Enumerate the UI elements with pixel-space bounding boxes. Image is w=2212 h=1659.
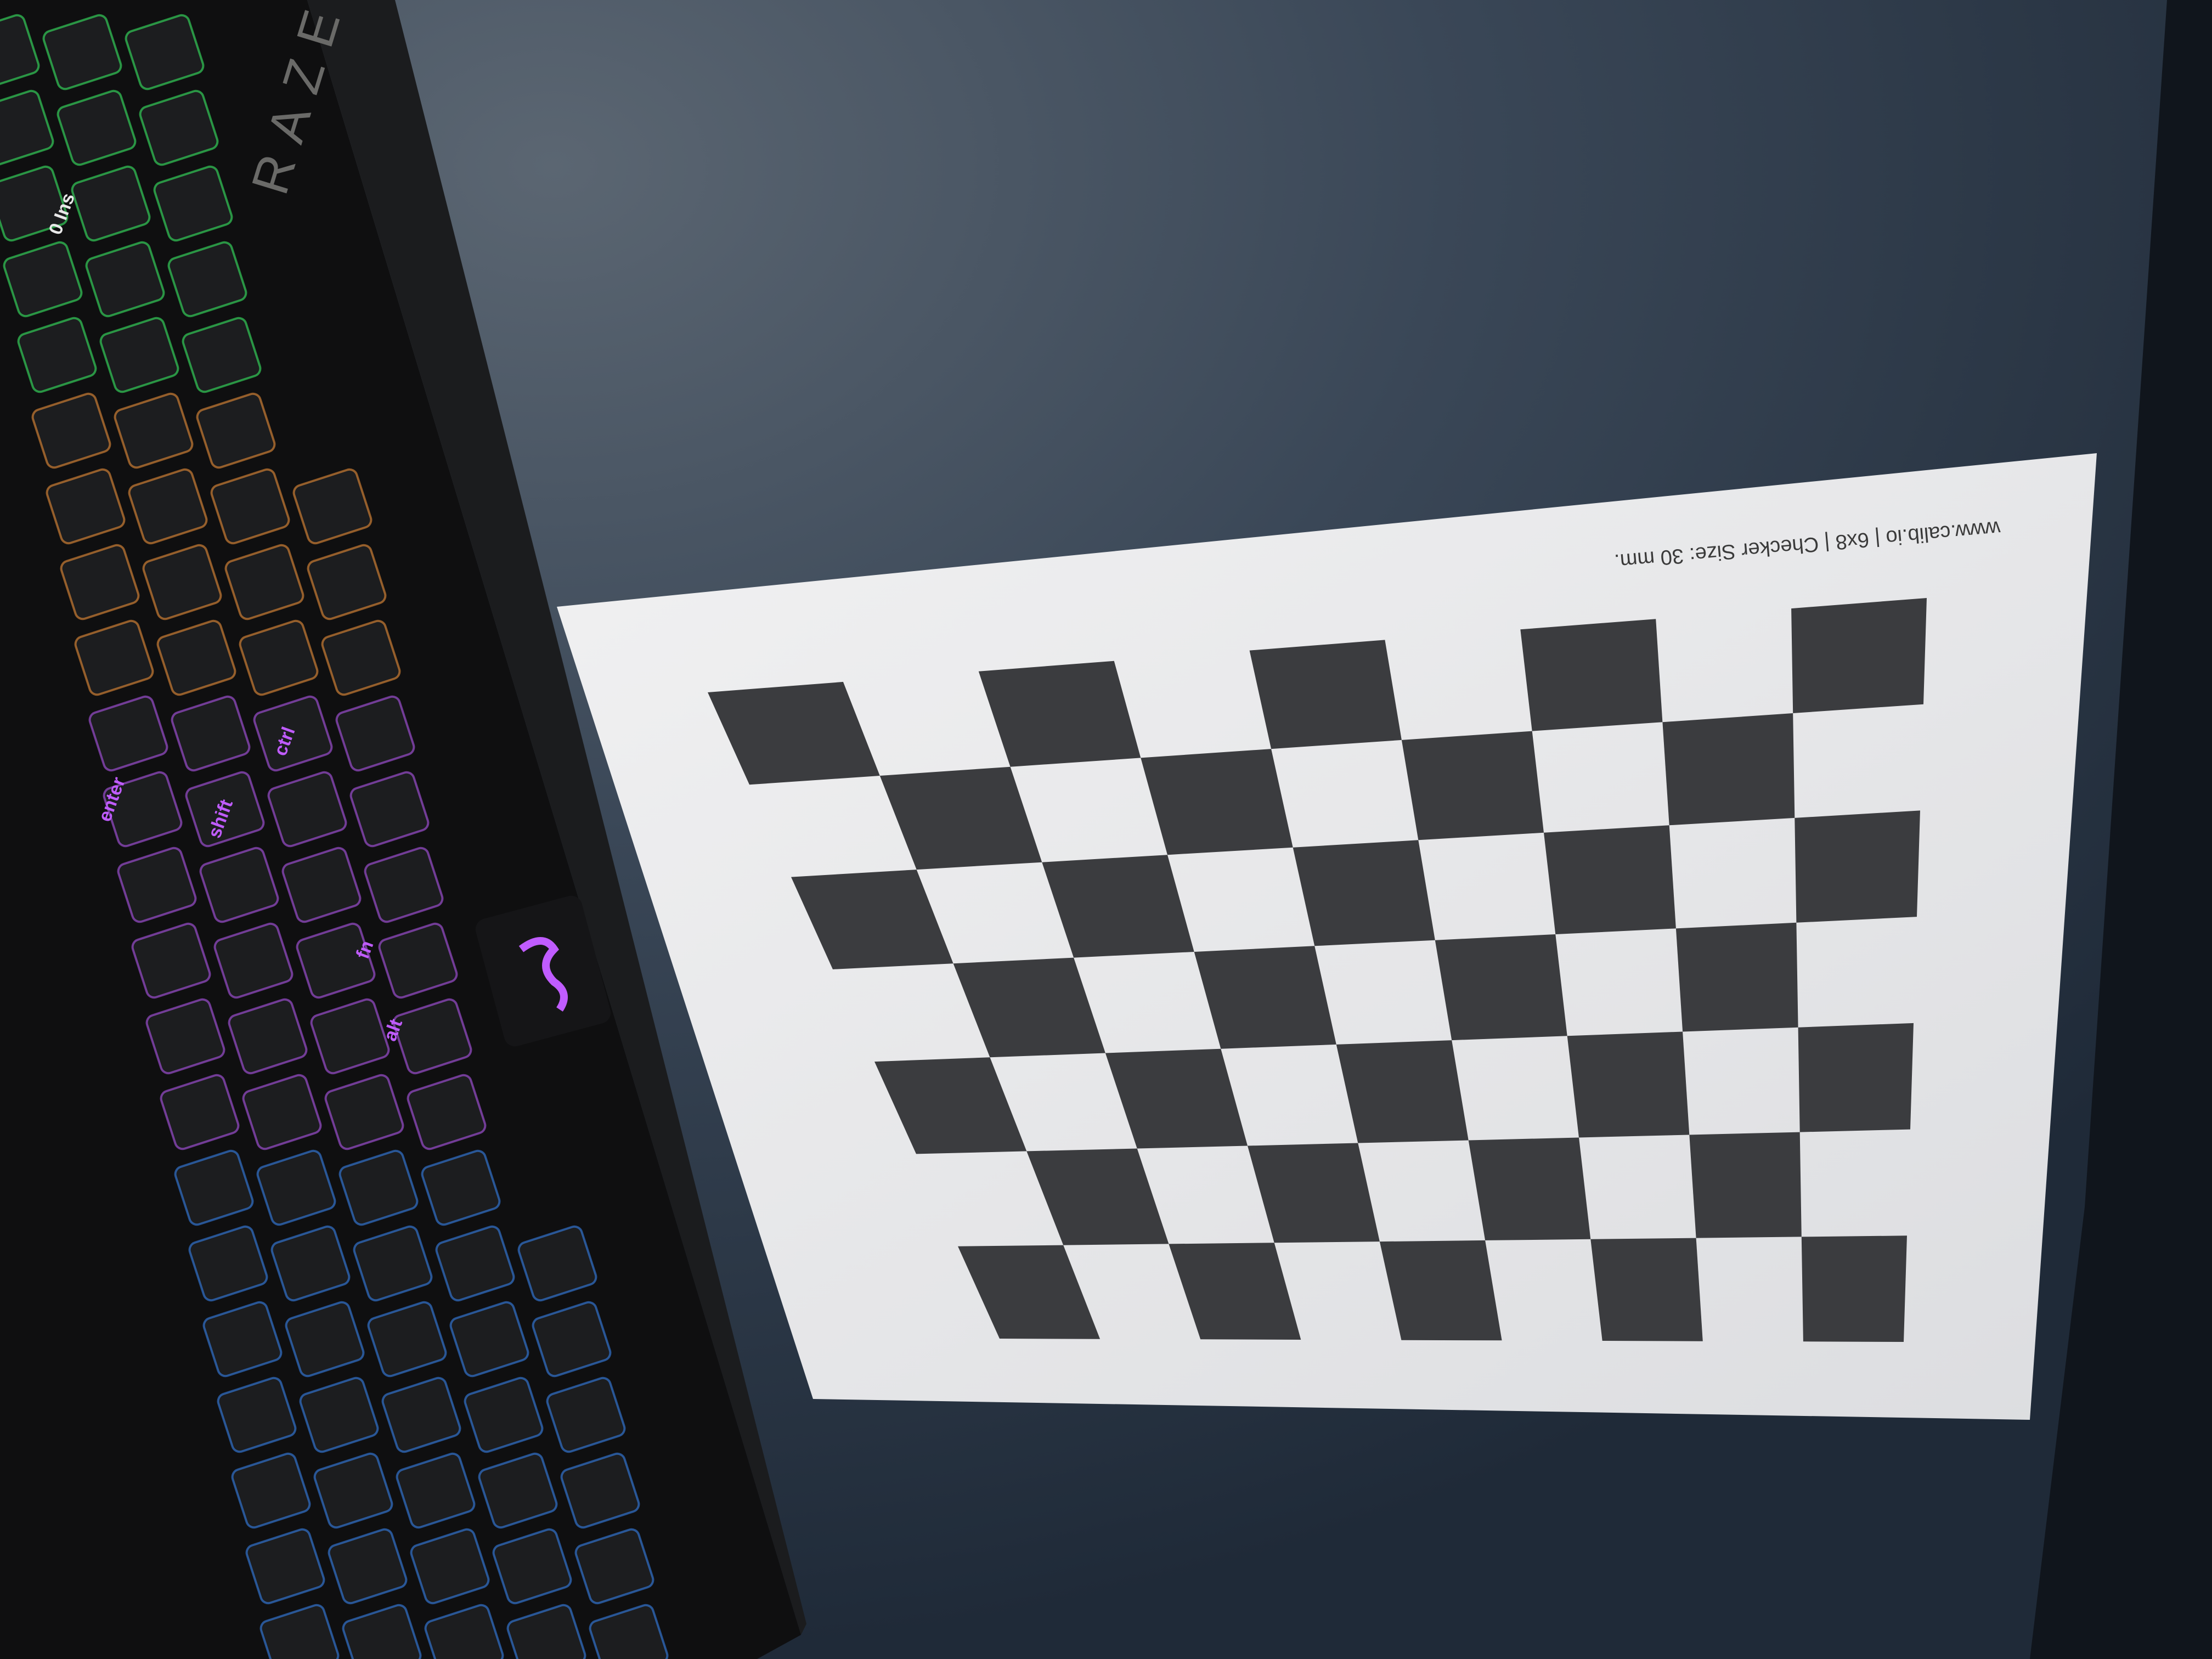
checker-square: [1675, 922, 1798, 1032]
checker-square: [1567, 1031, 1690, 1138]
photo-scene: RAZE ctrlshiftenteraltfn0 Ins www.calib.…: [0, 0, 2212, 1659]
checker-square: [1401, 731, 1544, 840]
checker-square: [1336, 1040, 1469, 1143]
checker-square: [1590, 1238, 1703, 1341]
checker-square: [1520, 619, 1663, 731]
checker-square: [1662, 713, 1795, 826]
checker-square: [1293, 840, 1435, 946]
checker-square: [1795, 810, 1920, 923]
checker-square: [1801, 1235, 1907, 1342]
checker-square: [1791, 598, 1927, 713]
calibration-target: www.calib.io | 6x8 | Checker Size: 30 mm…: [557, 453, 2097, 1420]
checker-square: [1468, 1137, 1591, 1240]
checker-square: [1249, 640, 1402, 749]
checker-square: [1689, 1132, 1802, 1238]
checker-square: [1798, 1023, 1914, 1132]
checker-square: [1544, 825, 1676, 934]
checker-square: [1141, 749, 1293, 855]
checker-square: [1435, 934, 1567, 1041]
